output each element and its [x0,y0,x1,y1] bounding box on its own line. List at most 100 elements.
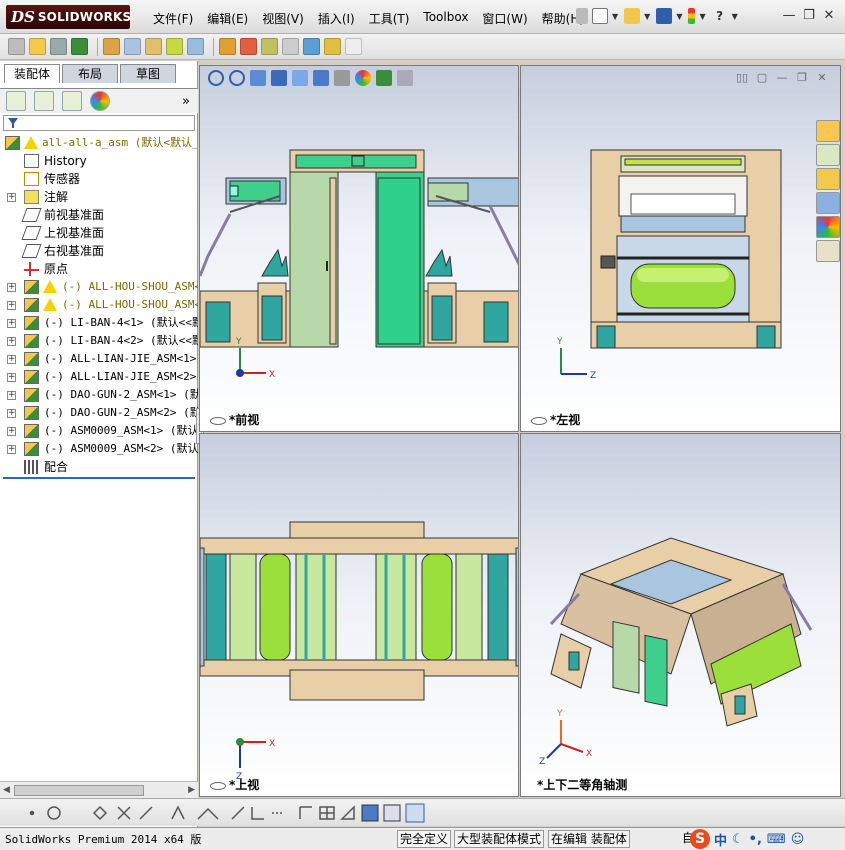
viewport-isometric[interactable]: Y X Z *上下二等角轴测 [520,433,841,797]
home-icon[interactable] [816,120,840,142]
tree-item[interactable]: all-all-a_asm (默认<默认_ [0,134,198,152]
menu-item-5[interactable]: Toolbox [416,10,475,27]
display-manager-icon[interactable] [90,91,110,111]
view-label-top: *上视 [210,776,259,793]
file-explorer-icon[interactable] [816,168,840,190]
user-icon[interactable]: ☺ [791,832,805,847]
minimize-icon[interactable]: — [779,8,799,23]
clearance-icon[interactable] [324,38,341,55]
menu-item-2[interactable]: 视图(V) [255,10,311,27]
tree-item[interactable]: + (-) ALL-LIAN-JIE_ASM<2> ( [0,368,198,386]
tab-1[interactable]: 布局 [62,64,118,83]
menu-item-4[interactable]: 工具(T) [362,10,417,27]
status-large-assembly[interactable]: 大型装配体模式 [454,830,545,848]
new-document-icon[interactable] [592,8,608,24]
new-motion-study-icon[interactable] [219,38,236,55]
tab-0[interactable]: 装配体 [4,64,60,83]
expand-icon[interactable]: + [7,373,16,382]
mate-icon[interactable] [50,38,67,55]
save-icon[interactable] [656,8,673,24]
show-hidden-icon[interactable] [145,38,162,55]
view-palette-icon[interactable] [816,192,840,214]
appearances-icon[interactable] [816,216,840,238]
configuration-manager-icon[interactable] [62,91,82,111]
custom-properties-icon[interactable] [816,240,840,262]
chevron-down-icon[interactable]: ▼ [676,12,682,21]
tree-item[interactable]: + (-) ASM0009_ASM<1> (默认< [0,422,198,440]
sogou-logo[interactable]: S [690,829,710,849]
moon-icon[interactable]: ☾ [732,832,744,847]
expand-icon[interactable]: + [7,319,16,328]
tree-item[interactable]: 上视基准面 [0,224,198,242]
property-manager-icon[interactable] [34,91,54,111]
tree-item[interactable]: 原点 [0,260,198,278]
scroll-right-icon[interactable]: ▶ [188,785,195,795]
help-icon[interactable]: ? [712,8,728,24]
move-component-icon[interactable] [124,38,141,55]
maximize-icon[interactable]: ❐ [799,8,819,23]
expand-icon[interactable]: + [7,445,16,454]
tree-item[interactable]: + (-) DAO-GUN-2_ASM<2> (默认 [0,404,198,422]
chevron-down-icon[interactable]: ▼ [699,12,705,21]
punctuation-icon[interactable]: •, [749,832,762,847]
expand-icon[interactable]: + [7,391,16,400]
instant3d-icon[interactable] [345,38,362,55]
smart-fasteners-icon[interactable] [103,38,120,55]
tree-item[interactable]: + (-) LI-BAN-4<2> (默认<<默 [0,332,198,350]
close-icon[interactable]: ✕ [819,8,839,23]
menu-item-3[interactable]: 插入(I) [311,10,362,27]
ime-language[interactable]: 中 [714,830,727,849]
linear-pattern-icon[interactable] [71,38,88,55]
expand-icon[interactable]: + [7,427,16,436]
chevron-down-icon[interactable]: ▼ [732,12,738,21]
tree-item[interactable]: 右视基准面 [0,242,198,260]
design-library-icon[interactable] [816,144,840,166]
menu-item-6[interactable]: 窗口(W) [475,10,534,27]
traffic-light-icon[interactable] [688,8,696,24]
tab-2[interactable]: 草图 [120,64,176,83]
exploded-view-icon[interactable] [261,38,278,55]
pin-icon[interactable] [576,8,588,24]
tree-item[interactable]: + (-) DAO-GUN-2_ASM<1> (默认 [0,386,198,404]
expand-icon[interactable]: + [7,283,16,292]
tree-item[interactable]: + (-) ASM0009_ASM<2> (默认< [0,440,198,458]
feature-manager-icon[interactable] [6,91,26,111]
tree-filter[interactable] [3,115,195,131]
tree-item[interactable]: + (-) LI-BAN-4<1> (默认<<默 [0,314,198,332]
chevron-right-icon[interactable]: » [182,94,190,109]
reference-geometry-icon[interactable] [187,38,204,55]
expand-icon[interactable]: + [7,409,16,418]
edit-component-icon[interactable] [8,38,25,55]
expand-icon[interactable]: + [7,301,16,310]
scroll-thumb[interactable] [14,785,144,796]
tree-item[interactable]: + 注解 [0,188,198,206]
viewport-top[interactable]: Z X *上视 [199,433,519,797]
menu-item-0[interactable]: 文件(F) [146,10,200,27]
bill-of-materials-icon[interactable] [240,38,257,55]
panel-horizontal-scrollbar[interactable]: ◀ ▶ [0,781,198,798]
insert-component-icon[interactable] [29,38,46,55]
menu-item-1[interactable]: 编辑(E) [200,10,255,27]
open-folder-icon[interactable] [624,8,641,24]
expand-icon[interactable]: + [7,355,16,364]
tree-item[interactable]: + (-) ALL-LIAN-JIE_ASM<1> ( [0,350,198,368]
tree-item[interactable]: 传感器 [0,170,198,188]
viewport-front[interactable]: Y X *前视 [199,65,519,432]
expand-icon[interactable]: + [7,193,16,202]
rollback-bar[interactable] [3,477,195,479]
tree-item[interactable]: + (-) ALL-HOU-SHOU_ASM<1> [0,278,198,296]
chevron-down-icon[interactable]: ▼ [612,12,618,21]
tree-item[interactable]: 配合 [0,458,198,476]
keyboard-icon[interactable]: ⌨ [767,832,786,847]
solidworks-logo[interactable]: DS SOLIDWORKS [6,5,131,29]
viewport-left[interactable]: ▯▯ ▢ — ❐ ✕ Y Z *左视 [520,65,841,432]
assembly-features-icon[interactable] [166,38,183,55]
scroll-left-icon[interactable]: ◀ [3,785,10,795]
tree-item[interactable]: 前视基准面 [0,206,198,224]
interference-detection-icon[interactable] [303,38,320,55]
tree-item[interactable]: + (-) ALL-HOU-SHOU_ASM<2> [0,296,198,314]
tree-item[interactable]: History [0,152,198,170]
chevron-down-icon[interactable]: ▼ [644,12,650,21]
explode-line-icon[interactable] [282,38,299,55]
expand-icon[interactable]: + [7,337,16,346]
